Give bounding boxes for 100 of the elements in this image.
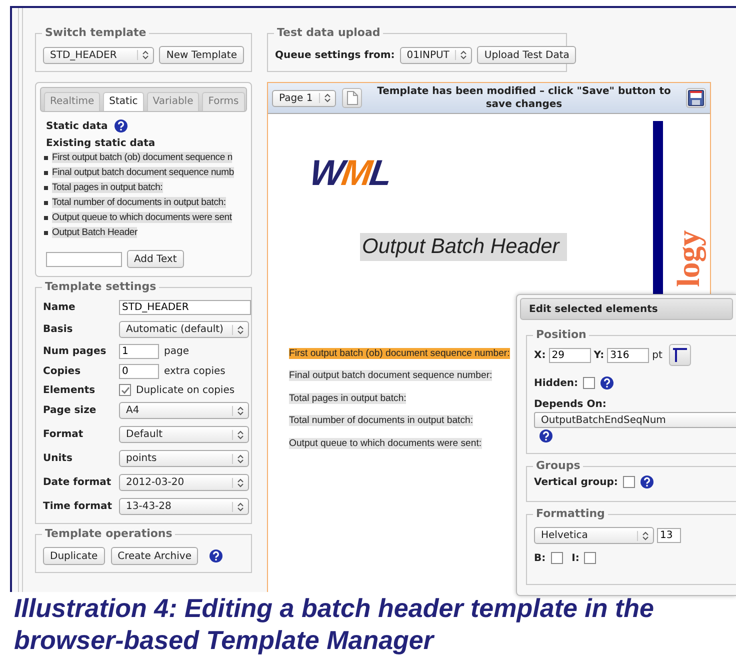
bold-checkbox[interactable] <box>550 552 563 564</box>
duplicate-button[interactable]: Duplicate <box>43 547 105 565</box>
bullet-icon <box>44 216 48 220</box>
field-label: Basis <box>43 324 74 335</box>
page-title: Output Batch Header <box>360 233 568 261</box>
static-data-item[interactable]: Total pages in output batch: <box>52 182 163 193</box>
new-template-button[interactable]: New Template <box>159 46 244 64</box>
page-text-element[interactable]: Final output batch document sequence number: <box>289 370 492 382</box>
y-label: Y: <box>594 350 604 360</box>
static-data-item[interactable]: Output Batch Header <box>52 227 138 238</box>
help-icon[interactable] <box>209 549 224 563</box>
group-legend: Formatting <box>533 507 608 520</box>
dropdown-select[interactable]: Automatic (default) <box>119 321 249 338</box>
hidden-checkbox[interactable] <box>583 377 596 389</box>
align-button[interactable] <box>669 344 692 366</box>
static-data-item[interactable]: Output queue to which documents were sent <box>52 212 232 223</box>
dropdown-select[interactable]: 13-43-28 <box>119 498 249 515</box>
spinner-icon <box>232 430 244 440</box>
dropdown-select[interactable]: Default <box>119 426 249 443</box>
new-page-button[interactable] <box>342 88 362 108</box>
bullet-icon <box>44 156 48 160</box>
tab[interactable]: Static <box>103 92 144 111</box>
number-field[interactable]: 0 <box>119 364 159 379</box>
tab[interactable]: Forms <box>202 92 245 111</box>
page-text-element[interactable]: First output batch (ob) document sequence number: <box>289 348 510 359</box>
field-label: Name <box>43 302 76 313</box>
hidden-label: Hidden: <box>534 378 578 388</box>
checkbox[interactable] <box>119 384 131 396</box>
template-select[interactable]: STD_HEADER <box>43 46 154 64</box>
create-archive-button[interactable]: Create Archive <box>110 547 198 565</box>
page-text-element[interactable]: Total number of documents in output batch: <box>289 415 473 426</box>
field-label: Units <box>43 453 74 464</box>
bullet-icon <box>44 230 48 234</box>
spinner-icon <box>319 93 331 103</box>
help-icon[interactable] <box>539 429 553 443</box>
field-label: Page size <box>43 405 98 416</box>
section-heading: Static data <box>46 120 108 132</box>
group-legend: Template settings <box>42 280 160 293</box>
spinner-icon <box>232 406 244 416</box>
static-data-item[interactable]: Final output batch document sequence numb <box>52 167 234 178</box>
dialog-title: Edit selected elements <box>520 298 733 320</box>
depends-field[interactable]: OutputBatchEndSeqNum <box>534 412 736 428</box>
tab[interactable]: Variable <box>146 92 200 111</box>
bullet-icon <box>44 186 48 190</box>
add-text-button[interactable]: Add Text <box>127 250 184 268</box>
unit-label: extra copies <box>164 366 226 377</box>
number-field[interactable]: 1 <box>119 344 159 359</box>
vertical-group-label: Vertical group: <box>534 476 618 488</box>
spinner-icon <box>637 530 649 540</box>
x-field[interactable]: 29 <box>548 348 591 362</box>
italic-checkbox[interactable] <box>584 552 596 564</box>
spinner-icon <box>232 478 244 488</box>
group-legend: Template operations <box>42 527 176 540</box>
t-shape-icon <box>672 347 688 363</box>
page-text-element[interactable]: Total pages in output batch: <box>289 392 406 404</box>
save-button[interactable] <box>686 88 706 108</box>
field-label: Date format <box>43 477 112 488</box>
bold-label: B: <box>534 552 546 564</box>
bullet-icon <box>44 170 48 174</box>
dropdown-select[interactable]: 2012-03-20 <box>119 474 249 491</box>
logo: WML <box>307 152 393 194</box>
field-label: Num pages <box>43 346 108 357</box>
page-select[interactable]: Page 1 <box>272 90 336 106</box>
spinner-icon <box>455 50 468 60</box>
page-text-element[interactable]: Output queue to which documents were sent: <box>289 438 482 449</box>
depends-label: Depends On: <box>534 399 608 410</box>
help-icon[interactable] <box>114 119 128 133</box>
figure-caption: Illustration 4: Editing a batch header template in the browser-based Template Manager <box>14 592 655 656</box>
spinner-icon <box>232 502 244 512</box>
field-label: Copies <box>43 366 82 377</box>
bullet-icon <box>44 200 48 204</box>
group-legend: Switch template <box>42 26 150 39</box>
dropdown-select[interactable]: A4 <box>119 402 249 419</box>
tab[interactable]: Realtime <box>44 92 100 111</box>
modified-message: Template has been modified – click "Save" button to save changes <box>376 85 672 111</box>
save-icon <box>688 90 704 106</box>
section-subheading: Existing static data <box>46 138 156 149</box>
field-label: Format <box>43 429 84 440</box>
unit-label: page <box>164 346 189 357</box>
font-size-field[interactable]: 13 <box>657 528 681 543</box>
group-legend: Groups <box>533 459 584 472</box>
vertical-group-checkbox[interactable] <box>622 476 635 488</box>
dropdown-select[interactable]: points <box>119 450 249 467</box>
group-legend: Test data upload <box>274 26 384 39</box>
queue-select[interactable]: 01INPUT <box>400 46 472 64</box>
page-icon <box>346 91 358 105</box>
new-text-field[interactable] <box>46 252 122 266</box>
static-data-item[interactable]: First output batch (ob) document sequence n <box>52 152 232 163</box>
help-icon[interactable] <box>640 475 654 489</box>
unit-label: pt <box>652 350 662 360</box>
checkbox-label: Duplicate on copies <box>136 384 235 396</box>
italic-label: I: <box>572 552 580 564</box>
vertical-text: logy <box>670 230 707 287</box>
name-field[interactable]: STD_HEADER <box>119 300 251 315</box>
help-icon[interactable] <box>600 376 614 390</box>
font-select[interactable]: Helvetica <box>534 527 654 544</box>
static-data-item[interactable]: Total number of documents in output batch: <box>52 197 226 208</box>
y-field[interactable]: 316 <box>607 348 650 362</box>
spinner-icon <box>232 324 244 334</box>
upload-test-data-button[interactable]: Upload Test Data <box>477 46 576 64</box>
